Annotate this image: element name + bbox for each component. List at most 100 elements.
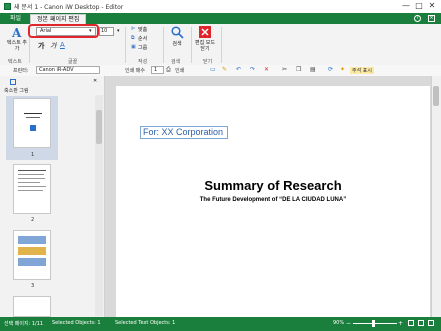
close-edit-icon: [199, 26, 211, 38]
page-thumbnail[interactable]: [13, 98, 51, 148]
close-edit-label: 편집 모드 닫기: [195, 40, 215, 52]
menu-bar: 파일 정본 페이지 편집 ? ×: [0, 13, 441, 24]
group-button[interactable]: 그룹: [138, 44, 147, 51]
edit-icon[interactable]: ✎: [222, 66, 227, 73]
page-info: 선택 페이지: 1/11: [4, 321, 44, 327]
align-icon: ⊫: [131, 26, 136, 32]
order-icon: ⧉: [131, 35, 135, 41]
copy-icon[interactable]: ❐: [296, 66, 301, 73]
text-annotation[interactable]: For: XX Corporation: [140, 126, 228, 139]
paste-icon[interactable]: ▤: [310, 66, 316, 73]
annotation-toggle[interactable]: 주석 표시: [350, 67, 374, 74]
search-icon: [170, 26, 184, 39]
window-title: 새 문서 1 - Canon iW Desktop - Editor: [14, 4, 124, 11]
thumb-line: [26, 117, 40, 118]
separator: [221, 27, 222, 63]
page-thumbnail[interactable]: [13, 296, 51, 317]
maximize-button[interactable]: □: [414, 1, 424, 10]
document-scroll-thumb[interactable]: [433, 86, 439, 106]
page-number: 2: [31, 217, 35, 223]
minimize-button[interactable]: —: [401, 1, 411, 10]
zoom-level: 90%: [333, 320, 345, 326]
font-size-select[interactable]: 10: [99, 27, 114, 36]
redo-icon[interactable]: ↷: [250, 66, 255, 73]
ribbon: A 텍스트 추가 텍스트 Arial ▾ 10 ▾ 가 가 A 글꼴 ⊫ 맞춤 …: [0, 24, 441, 66]
selected-text-objects: Selected Text Objects: 1: [115, 320, 176, 326]
rotate-icon[interactable]: ⟳: [328, 66, 333, 73]
font-select-highlight: [28, 24, 99, 38]
search-label: 검색: [172, 41, 182, 47]
close-pane-icon[interactable]: ✕: [93, 78, 97, 84]
font-group-label: 글꼴: [68, 59, 78, 65]
fit-width-icon[interactable]: [418, 320, 424, 326]
copies-input[interactable]: 1: [151, 66, 164, 74]
italic-button[interactable]: 가: [50, 41, 56, 51]
thumb-chart: [18, 247, 46, 255]
printer-label: 프린터:: [13, 68, 29, 74]
app-icon: [4, 3, 11, 10]
thumb-line: [18, 178, 45, 179]
new-icon[interactable]: ▭: [210, 66, 216, 73]
document-heading: Summary of Research: [204, 178, 342, 193]
add-text-label: 텍스트 추가: [7, 40, 27, 52]
zoom-out-icon[interactable]: −: [346, 320, 351, 327]
actual-size-icon[interactable]: [428, 320, 434, 326]
zoom-in-icon[interactable]: +: [398, 320, 403, 327]
thumb-line: [18, 174, 44, 175]
separator: [125, 27, 126, 63]
page-number: 1: [31, 152, 35, 158]
page-number: 3: [31, 283, 35, 289]
thumb-chart: [18, 258, 46, 266]
separator: [163, 27, 164, 63]
title-bar: 새 문서 1 - Canon iW Desktop - Editor — □ ✕: [0, 0, 441, 14]
printer-select[interactable]: Canon iR-ADV: [36, 66, 100, 74]
bold-button[interactable]: 가: [38, 41, 44, 51]
chevron-down-icon: ▾: [117, 28, 120, 34]
close-edit-mode-button[interactable]: 편집 모드 닫기: [195, 26, 215, 52]
svg-text:A: A: [11, 26, 22, 38]
close-group-label: 닫기: [203, 59, 213, 65]
document-scrollbar[interactable]: [431, 76, 441, 317]
underline-button[interactable]: A: [60, 41, 65, 49]
zoom-slider-handle[interactable]: [372, 320, 375, 327]
zoom-slider[interactable]: [353, 323, 397, 324]
thumb-line: [24, 113, 42, 114]
copies-label: 인쇄 매수: [125, 68, 145, 74]
fit-page-icon[interactable]: [408, 320, 414, 326]
thumb-logo: [30, 125, 36, 131]
group-icon: ▣: [131, 44, 136, 50]
print-button-label[interactable]: 인쇄: [175, 67, 184, 74]
add-text-button[interactable]: A 텍스트 추가: [7, 26, 27, 52]
separator: [191, 27, 192, 63]
thumb-line: [18, 170, 46, 171]
printer-icon: ⎙: [166, 66, 171, 73]
arrange-group-label: 작성: [138, 59, 148, 65]
order-button[interactable]: 순서: [138, 35, 147, 42]
search-button[interactable]: 검색: [169, 26, 185, 47]
help-icon[interactable]: ?: [414, 15, 421, 22]
tab-edit-page[interactable]: 정본 페이지 편집: [30, 14, 87, 24]
thumb-line: [18, 182, 40, 183]
close-window-button[interactable]: ✕: [427, 1, 437, 10]
thumbnail-view-icon[interactable]: [10, 79, 16, 85]
page-thumbnail[interactable]: [13, 230, 51, 280]
search-group-label: 검색: [171, 59, 181, 65]
document-subtitle: The Future Development of “DE LA CIUDAD …: [199, 197, 347, 203]
delete-icon[interactable]: ✕: [264, 66, 269, 73]
annotation-icon: ✦: [340, 66, 346, 73]
text-group-label: 텍스트: [8, 59, 22, 65]
thumbnail-scroll-thumb[interactable]: [96, 110, 102, 144]
thumb-line: [18, 190, 43, 191]
status-bar: 선택 페이지: 1/11 Selected Objects: 1 Selecte…: [0, 317, 441, 331]
add-text-icon: A: [11, 26, 22, 40]
thumb-line: [18, 186, 46, 187]
undo-icon[interactable]: ↶: [236, 66, 241, 73]
close-icon[interactable]: ×: [428, 15, 435, 22]
thumb-chart: [18, 236, 46, 244]
cut-icon[interactable]: ✂: [282, 66, 287, 73]
align-button[interactable]: 맞춤: [138, 26, 147, 33]
selected-objects: Selected Objects: 1: [52, 320, 101, 326]
page-thumbnail[interactable]: [13, 164, 51, 214]
thumbnail-pane-title: 축소판 그림: [4, 88, 29, 94]
tab-file[interactable]: 파일: [4, 14, 27, 24]
